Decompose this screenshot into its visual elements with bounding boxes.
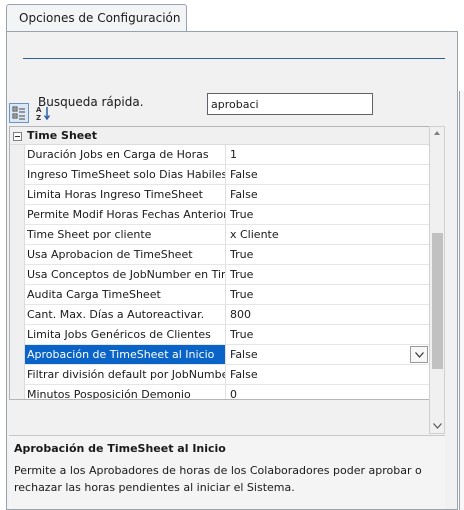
property-name: Permite Modif Horas Fechas Anteriores (25, 205, 226, 224)
property-name: Usa Conceptos de JobNumber en TimeSh (25, 265, 226, 284)
tab-strip: Opciones de Configuración (0, 0, 464, 32)
property-value[interactable]: x Cliente (226, 225, 429, 244)
property-value-dropdown[interactable]: False (226, 345, 429, 364)
property-value[interactable]: False (226, 365, 429, 384)
svg-text:Z: Z (36, 114, 41, 121)
property-row[interactable]: Ingreso TimeSheet solo Dias Habiles Fals… (25, 165, 429, 185)
scroll-thumb[interactable] (432, 233, 443, 369)
property-grid: Time Sheet Duración Jobs en Carga de Hor… (9, 126, 429, 400)
dropdown-button[interactable] (410, 346, 428, 363)
property-value[interactable]: True (226, 245, 429, 264)
property-value[interactable]: 0 (226, 385, 429, 399)
tab-opciones-configuracion[interactable]: Opciones de Configuración (6, 4, 187, 32)
property-name: Cant. Max. Días a Autoreactivar. (25, 305, 226, 324)
property-name: Minutos Posposición Demonio (25, 385, 226, 399)
property-row[interactable]: Duración Jobs en Carga de Horas 1 (25, 145, 429, 165)
description-panel: Aprobación de TimeSheet al Inicio Permit… (9, 435, 445, 509)
chevron-down-icon (414, 351, 424, 358)
header-divider (23, 58, 445, 59)
vertical-scrollbar[interactable] (429, 126, 445, 434)
sort-alphabetical-button[interactable]: A Z (33, 103, 53, 123)
grid-gutter (10, 145, 25, 399)
category-label: Time Sheet (27, 129, 97, 142)
property-value[interactable]: False (226, 185, 429, 204)
property-row[interactable]: Usa Aprobacion de TimeSheet True (25, 245, 429, 265)
property-row[interactable]: Filtrar división default por JobNumber F… (25, 365, 429, 385)
svg-text:A: A (36, 106, 42, 114)
property-value[interactable]: False (226, 165, 429, 184)
property-row[interactable]: Limita Horas Ingreso TimeSheet False (25, 185, 429, 205)
property-row-selected[interactable]: Aprobación de TimeSheet al Inicio False (25, 345, 429, 365)
property-row[interactable]: Audita Carga TimeSheet True (25, 285, 429, 305)
property-value[interactable]: True (226, 205, 429, 224)
property-name: Time Sheet por cliente (25, 225, 226, 244)
category-time-sheet[interactable]: Time Sheet (10, 127, 429, 145)
property-value[interactable]: True (226, 285, 429, 304)
scroll-up-icon[interactable] (434, 131, 440, 135)
property-name: Limita Jobs Genéricos de Clientes (25, 325, 226, 344)
property-value[interactable]: True (226, 265, 429, 284)
property-value[interactable]: 800 (226, 305, 429, 324)
property-name: Duración Jobs en Carga de Horas (25, 145, 226, 164)
categorized-view-button[interactable] (9, 103, 29, 123)
property-row[interactable]: Limita Jobs Genéricos de Clientes True (25, 325, 429, 345)
collapse-icon[interactable] (13, 132, 22, 141)
property-row[interactable]: Permite Modif Horas Fechas Anteriores Tr… (25, 205, 429, 225)
property-value[interactable]: True (226, 325, 429, 344)
property-row[interactable]: Cant. Max. Días a Autoreactivar. 800 (25, 305, 429, 325)
property-name: Limita Horas Ingreso TimeSheet (25, 185, 226, 204)
property-name: Audita Carga TimeSheet (25, 285, 226, 304)
property-name: Ingreso TimeSheet solo Dias Habiles (25, 165, 226, 184)
property-grid-toolbar: A Z (9, 102, 445, 124)
property-name: Filtrar división default por JobNumber (25, 365, 226, 384)
property-row[interactable]: Usa Conceptos de JobNumber en TimeSh Tru… (25, 265, 429, 285)
sort-az-icon: A Z (36, 106, 51, 121)
description-title: Aprobación de TimeSheet al Inicio (14, 442, 226, 455)
adjacent-panel-edge (459, 91, 464, 510)
property-value[interactable]: 1 (226, 145, 429, 164)
description-text: Permite a los Aprobadores de horas de lo… (14, 464, 422, 494)
property-name: Usa Aprobacion de TimeSheet (25, 245, 226, 264)
property-row[interactable]: Time Sheet por cliente x Cliente (25, 225, 429, 245)
categorized-view-icon (12, 106, 25, 120)
property-name: Aprobación de TimeSheet al Inicio (25, 345, 226, 364)
scroll-down-icon[interactable] (433, 423, 442, 429)
property-row[interactable]: Minutos Posposición Demonio 0 (25, 385, 429, 399)
